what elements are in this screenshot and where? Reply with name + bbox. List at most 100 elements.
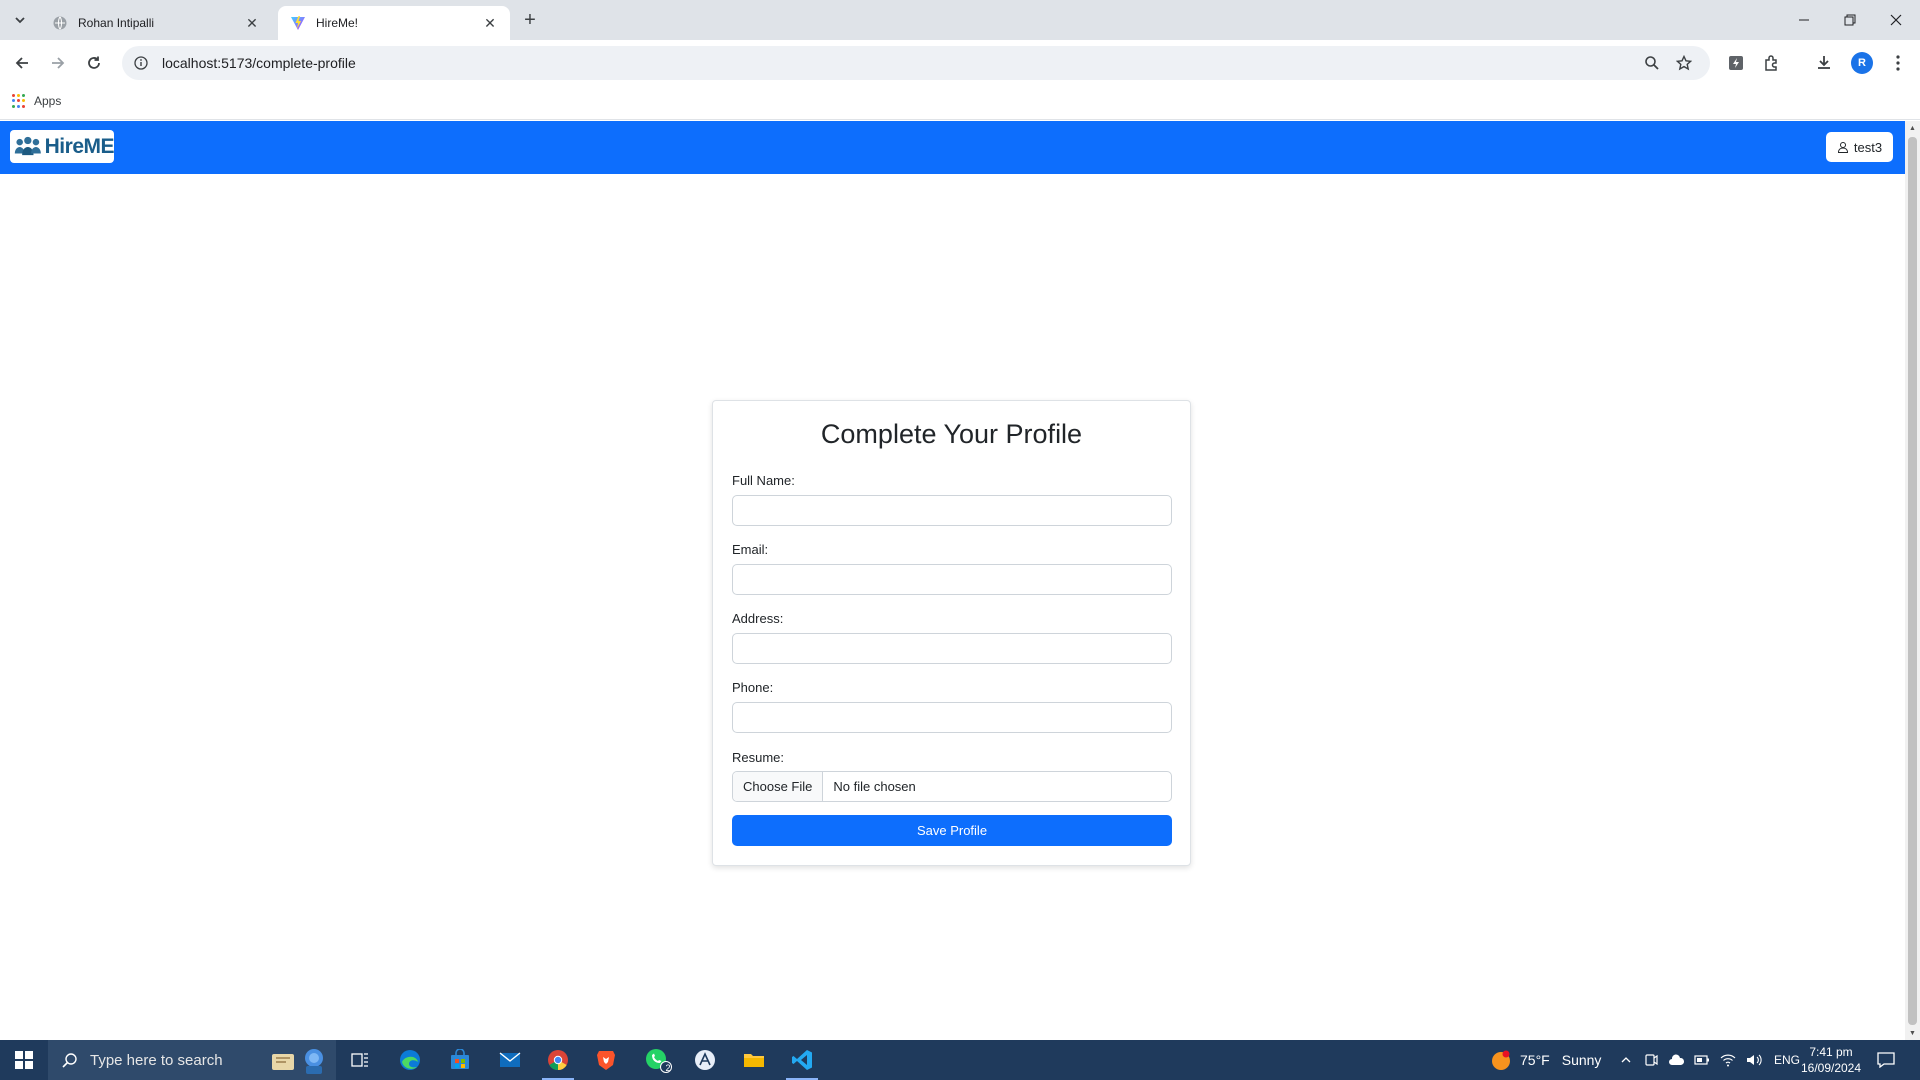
profile-avatar[interactable]: R <box>1851 52 1873 74</box>
resume-file-input[interactable]: Choose File No file chosen <box>732 771 1172 802</box>
taskbar-chrome[interactable] <box>534 1040 582 1080</box>
close-tab-icon[interactable]: ✕ <box>244 15 260 31</box>
forward-button[interactable] <box>44 49 72 77</box>
resume-label: Resume: <box>732 750 785 765</box>
scroll-down-arrow-icon[interactable]: ▼ <box>1905 1026 1920 1040</box>
taskbar-mail[interactable] <box>486 1040 534 1080</box>
taskbar-whatsapp[interactable]: 2 <box>634 1040 682 1080</box>
windows-logo-icon <box>15 1051 33 1069</box>
task-view-icon <box>351 1053 368 1067</box>
bookmark-star-icon[interactable] <box>1672 51 1696 75</box>
taskbar-clock[interactable]: 7:41 pm 16/09/2024 <box>1795 1044 1867 1076</box>
search-icon <box>62 1053 77 1068</box>
search-highlight-illustration-icon <box>272 1049 323 1074</box>
zoom-icon[interactable] <box>1640 51 1664 75</box>
tab-title: Rohan Intipalli <box>78 16 155 30</box>
start-button[interactable] <box>0 1040 48 1080</box>
close-window-button[interactable] <box>1873 0 1919 40</box>
file-status: No file chosen <box>833 779 916 794</box>
url-text[interactable]: localhost:5173/complete-profile <box>162 55 356 71</box>
weather-condition: Sunny <box>1561 1052 1602 1068</box>
windows-taskbar: Type here to search 2 75°F Sunny ENG 7:4… <box>0 1040 1920 1080</box>
phone-input[interactable] <box>732 702 1172 733</box>
close-tab-icon[interactable]: ✕ <box>482 15 498 31</box>
volume-icon[interactable] <box>1746 1053 1762 1067</box>
address-input[interactable] <box>732 633 1172 664</box>
email-label: Email: <box>732 542 769 557</box>
back-button[interactable] <box>8 49 36 77</box>
address-label: Address: <box>732 611 784 626</box>
battery-icon[interactable] <box>1694 1054 1710 1066</box>
user-menu-button[interactable]: test3 <box>1826 132 1893 162</box>
tab-search-button[interactable] <box>8 8 32 32</box>
minimize-icon <box>1799 19 1809 21</box>
save-profile-button[interactable]: Save Profile <box>732 815 1172 846</box>
browser-tab-strip: Rohan Intipalli ✕ HireMe! ✕ + <box>0 0 1920 40</box>
page-viewport: HireME test3 Complete Your Profile Full … <box>0 121 1905 1040</box>
reload-button[interactable] <box>80 49 108 77</box>
chevron-down-icon <box>15 17 25 24</box>
taskbar-app-a[interactable] <box>681 1040 729 1080</box>
user-icon <box>1837 142 1848 153</box>
taskbar-edge[interactable] <box>386 1040 434 1080</box>
page-scrollbar[interactable]: ▲ ▼ <box>1905 121 1920 1040</box>
site-info-icon[interactable] <box>132 54 150 72</box>
email-input[interactable] <box>732 564 1172 595</box>
minimize-button[interactable] <box>1781 0 1827 40</box>
close-icon <box>1890 14 1902 26</box>
profile-form-card: Complete Your Profile Full Name: Email: … <box>712 400 1191 866</box>
choose-file-button[interactable]: Choose File <box>733 772 824 801</box>
meet-now-icon[interactable] <box>1644 1053 1658 1067</box>
apps-label: Apps <box>34 94 62 108</box>
tab-hireme[interactable]: HireMe! ✕ <box>278 6 510 40</box>
circle-a-app-icon <box>695 1050 715 1070</box>
brand-logo[interactable]: HireME <box>10 130 115 163</box>
bookmark-apps[interactable]: Apps <box>12 94 61 108</box>
folder-icon <box>744 1054 764 1067</box>
bookmarks-bar: Apps <box>0 86 1920 120</box>
taskbar-search[interactable]: Type here to search <box>48 1040 336 1080</box>
download-icon[interactable] <box>1812 51 1836 75</box>
extensions-icon[interactable] <box>1760 51 1784 75</box>
onedrive-cloud-icon[interactable] <box>1668 1053 1686 1067</box>
scroll-up-arrow-icon[interactable]: ▲ <box>1905 121 1920 135</box>
clock-time: 7:41 pm <box>1809 1045 1853 1059</box>
taskbar-file-explorer[interactable] <box>730 1040 778 1080</box>
brand-name: HireME <box>44 134 115 158</box>
full-name-label: Full Name: <box>732 473 795 488</box>
task-view-button[interactable] <box>336 1040 384 1080</box>
phone-label: Phone: <box>732 680 774 695</box>
arrow-right-icon <box>52 57 65 69</box>
user-name: test3 <box>1853 139 1883 155</box>
whatsapp-badge: 2 <box>665 1063 671 1073</box>
people-group-icon <box>14 136 41 155</box>
arrow-left-icon <box>15 57 28 69</box>
weather-widget[interactable]: 75°F Sunny <box>1490 1040 1601 1080</box>
taskbar-brave[interactable] <box>582 1040 630 1080</box>
store-icon <box>451 1049 469 1069</box>
apps-grid-icon <box>12 94 26 108</box>
scrollbar-thumb[interactable] <box>1908 137 1917 1025</box>
mail-icon <box>499 1052 521 1067</box>
chrome-icon <box>548 1050 568 1071</box>
clock-date: 16/09/2024 <box>1800 1061 1862 1075</box>
system-tray-icons: ENG <box>1620 1040 1800 1080</box>
search-placeholder: Type here to search <box>90 1051 223 1069</box>
wifi-icon[interactable] <box>1720 1053 1736 1067</box>
vscode-icon <box>792 1050 812 1070</box>
address-bar[interactable]: localhost:5173/complete-profile <box>122 46 1710 80</box>
chevron-up-icon[interactable] <box>1620 1054 1632 1066</box>
sun-weather-icon <box>1492 1050 1510 1070</box>
tab-rohan-intipalli[interactable]: Rohan Intipalli ✕ <box>40 6 272 40</box>
extension-puzzle-bolt-icon[interactable] <box>1724 51 1748 75</box>
taskbar-store[interactable] <box>436 1040 484 1080</box>
reload-icon <box>88 56 100 69</box>
notification-center-button[interactable] <box>1862 1040 1910 1080</box>
taskbar-vscode[interactable] <box>778 1040 826 1080</box>
restore-button[interactable] <box>1827 0 1873 40</box>
full-name-input[interactable] <box>732 495 1172 526</box>
notification-icon <box>1877 1052 1895 1068</box>
page-title: Complete Your Profile <box>820 419 1083 449</box>
new-tab-button[interactable]: + <box>518 8 542 32</box>
more-menu-icon[interactable] <box>1886 51 1910 75</box>
